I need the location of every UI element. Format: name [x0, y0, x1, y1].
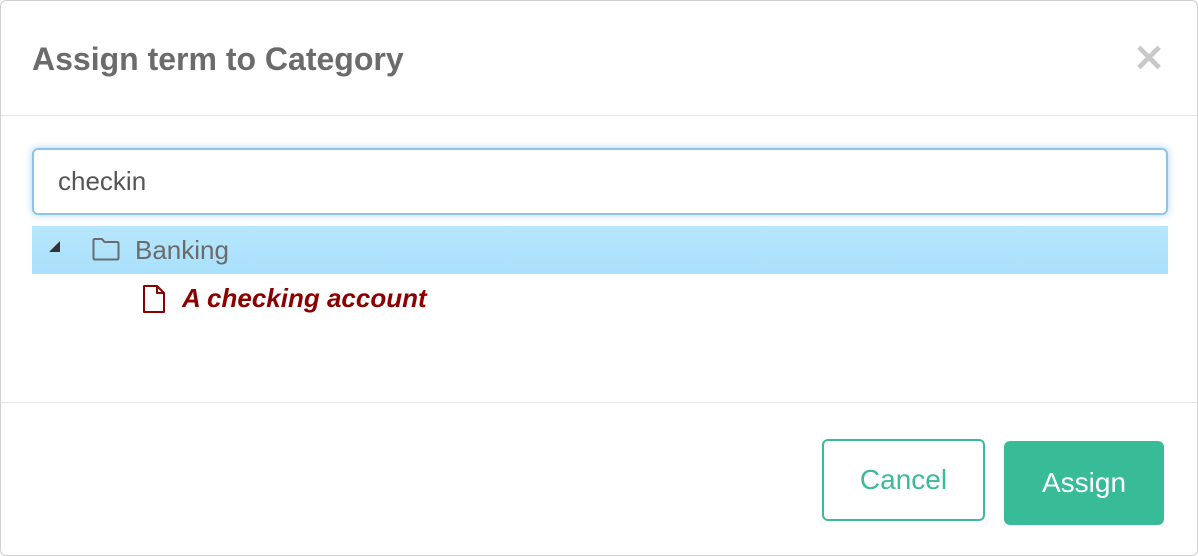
tree-node-checking-account[interactable]: A checking account	[32, 274, 1168, 322]
dialog-header: Assign term to Category ×	[1, 1, 1197, 116]
tree-node-banking[interactable]: Banking	[32, 226, 1168, 274]
search-input[interactable]	[32, 148, 1168, 215]
tree-node-label: A checking account	[182, 283, 427, 313]
close-button[interactable]: ×	[1131, 37, 1167, 77]
assign-term-dialog: Assign term to Category × Banking A chec…	[0, 0, 1198, 556]
dialog-body: Banking A checking account	[1, 116, 1197, 402]
folder-icon	[92, 238, 120, 261]
tree-node-label: Banking	[135, 235, 229, 265]
cancel-button[interactable]: Cancel	[822, 439, 985, 521]
assign-button[interactable]: Assign	[1004, 441, 1164, 525]
dialog-footer: Cancel Assign	[1, 402, 1197, 555]
file-icon	[143, 285, 165, 313]
dialog-title: Assign term to Category	[32, 41, 404, 77]
expand-triangle-icon[interactable]	[48, 240, 62, 254]
category-tree: Banking A checking account	[32, 226, 1168, 322]
